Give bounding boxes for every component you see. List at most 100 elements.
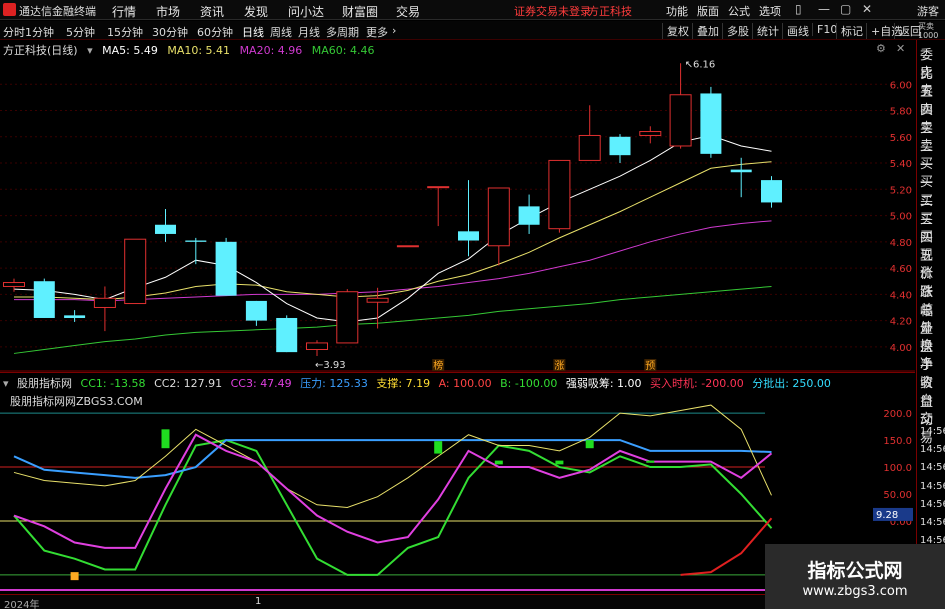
side-header: 买卖 1000 — [918, 22, 938, 40]
menu-discover[interactable]: 发现 — [244, 3, 268, 20]
batch-out-value: 分批出: 250.00 — [752, 377, 831, 390]
candle-body-down — [761, 180, 782, 203]
menu-market[interactable]: 行情 — [112, 3, 136, 20]
period-intraday[interactable]: 分时 — [3, 24, 25, 40]
side-row-label[interactable]: 14:56 — [920, 481, 945, 492]
buy-time-line — [680, 517, 773, 576]
price-axis-label: 4.40 — [890, 290, 912, 301]
month-mark: 1 — [255, 596, 262, 607]
signal-bar-green — [161, 429, 170, 449]
indicator-axis-label: 150.0 — [883, 436, 912, 447]
candle-body-up — [548, 159, 571, 230]
candle-body-up — [366, 297, 389, 303]
menu-wealth-circle[interactable]: 财富圈 — [342, 3, 378, 20]
restore-rights-button[interactable]: 复权 — [662, 23, 693, 39]
mark-button[interactable]: 标记 — [836, 23, 867, 39]
period-30min[interactable]: 30分钟 — [152, 24, 188, 40]
signal-bar-green — [555, 460, 564, 465]
period-15min[interactable]: 15分钟 — [107, 24, 143, 40]
price-axis-label: 6.00 — [890, 80, 912, 91]
overlay-button[interactable]: 叠加 — [692, 23, 723, 39]
options-button[interactable]: 选项 — [759, 3, 781, 19]
cc1-value: CC1: -13.58 — [80, 377, 146, 390]
menu-markets[interactable]: 市场 — [156, 3, 180, 20]
side-row-label[interactable]: 14:56 — [920, 462, 945, 473]
period-5min[interactable]: 5分钟 — [66, 24, 95, 40]
side-row-label[interactable]: 14:56 — [920, 499, 945, 510]
price-axis-label: 5.40 — [890, 159, 912, 170]
cc2-line — [13, 439, 772, 479]
menu-trade[interactable]: 交易 — [396, 3, 420, 20]
login-notice[interactable]: 证券交易未登录 — [514, 3, 591, 19]
signal-bar-green — [646, 460, 655, 463]
side-row-label[interactable]: 14:56 — [920, 444, 945, 455]
candle-body-up — [306, 342, 328, 350]
indicator-dropdown-icon[interactable]: ▾ — [3, 377, 9, 390]
a-value: A: 100.00 — [438, 377, 492, 390]
strong-weak-value: 强弱吸筹: 1.00 — [565, 377, 642, 390]
price-axis-label: 4.80 — [890, 238, 912, 249]
pin-icon[interactable]: ▯ — [795, 2, 802, 16]
side-row-label[interactable]: 14:56 — [920, 426, 945, 437]
price-chart-panel[interactable]: 方正科技(日线) ▾ MA5: 5.49 MA10: 5.41 MA20: 4.… — [0, 40, 915, 372]
side-row-label[interactable]: 14:56 — [920, 517, 945, 528]
price-axis-label: 4.60 — [890, 264, 912, 275]
candle-body-up — [396, 245, 419, 248]
signal-bar-green — [494, 460, 503, 465]
event-marker: 涨 — [554, 360, 564, 372]
period-weekly[interactable]: 周线 — [270, 24, 292, 40]
indicator-axis-label: 50.00 — [883, 490, 912, 501]
high-price-label: ↖6.16 — [685, 59, 716, 70]
side-header-count: 1000 — [918, 31, 939, 40]
layout-button[interactable]: 版面 — [697, 3, 719, 19]
period-60min[interactable]: 60分钟 — [197, 24, 233, 40]
app-title: 通达信金融终端 — [19, 5, 96, 18]
period-more[interactable]: 更多 — [366, 24, 388, 40]
period-toolbar: 分时 1分钟 5分钟 15分钟 30分钟 60分钟 日线 周线 月线 多周期 更… — [0, 21, 945, 40]
period-1min[interactable]: 1分钟 — [25, 24, 54, 40]
title-bar: 通达信金融终端 行情 市场 资讯 发现 问小达 财富圈 交易 证券交易未登录 方… — [0, 0, 945, 20]
candle-body-down — [64, 315, 86, 318]
menu-news[interactable]: 资讯 — [200, 3, 224, 20]
event-marker: 预 — [645, 360, 655, 372]
candle-body-down — [155, 224, 176, 234]
indicator-name: 股朋指标网 — [17, 377, 73, 390]
period-multi[interactable]: 多周期 — [326, 24, 359, 40]
cc3-line — [13, 404, 772, 508]
indicator-subtitle: 股朋指标网网ZBGS3.COM — [10, 395, 143, 408]
pressure-value: 压力: 125.33 — [300, 377, 368, 390]
chevron-right-icon[interactable]: › — [392, 24, 396, 37]
menu-ask[interactable]: 问小达 — [288, 3, 324, 20]
period-monthly[interactable]: 月线 — [298, 24, 320, 40]
b-value: B: -100.00 — [500, 377, 558, 390]
candle-body-up — [93, 297, 116, 308]
candle-body-down — [215, 241, 237, 296]
candle-body-up — [3, 282, 25, 287]
price-axis-label: 5.00 — [890, 212, 912, 223]
indicator-axis-label: 200.0 — [883, 409, 912, 420]
support-value: 支撑: 7.19 — [376, 377, 431, 390]
price-axis-label: 5.20 — [890, 185, 912, 196]
close-icon[interactable]: ✕ — [862, 2, 872, 16]
function-button[interactable]: 功能 — [666, 3, 688, 19]
price-axis-label: 5.60 — [890, 133, 912, 144]
quote-side-panel: 委比 卖五 卖四 卖三 卖二 卖一 买一 买二 买三 买四 买五 现价 涨跌 涨幅 总量 外盘 换手 净资 收益 自动… — [916, 40, 945, 609]
candle-body-down — [609, 136, 631, 156]
app-logo-icon — [3, 3, 16, 16]
draw-line-button[interactable]: 画线 — [782, 23, 813, 39]
candle-body-down — [185, 240, 207, 242]
minimize-icon[interactable]: — — [818, 2, 830, 16]
buy-time-value: 买入时机: -200.00 — [650, 377, 744, 390]
multi-stock-button[interactable]: 多股 — [722, 23, 753, 39]
event-marker: 榜 — [433, 359, 443, 372]
candle-body-up — [336, 291, 359, 344]
guest-label[interactable]: 游客 — [917, 3, 939, 19]
cc3-value: CC3: 47.49 — [230, 377, 292, 390]
statistics-button[interactable]: 统计 — [752, 23, 783, 39]
watermark-url: www.zbgs3.com — [802, 584, 908, 599]
maximize-icon[interactable]: ▢ — [840, 2, 851, 16]
candle-body-down — [458, 231, 479, 241]
period-daily[interactable]: 日线 — [242, 24, 264, 40]
formula-button[interactable]: 公式 — [728, 3, 750, 19]
date-axis[interactable]: 2024年 1 — [0, 594, 765, 609]
